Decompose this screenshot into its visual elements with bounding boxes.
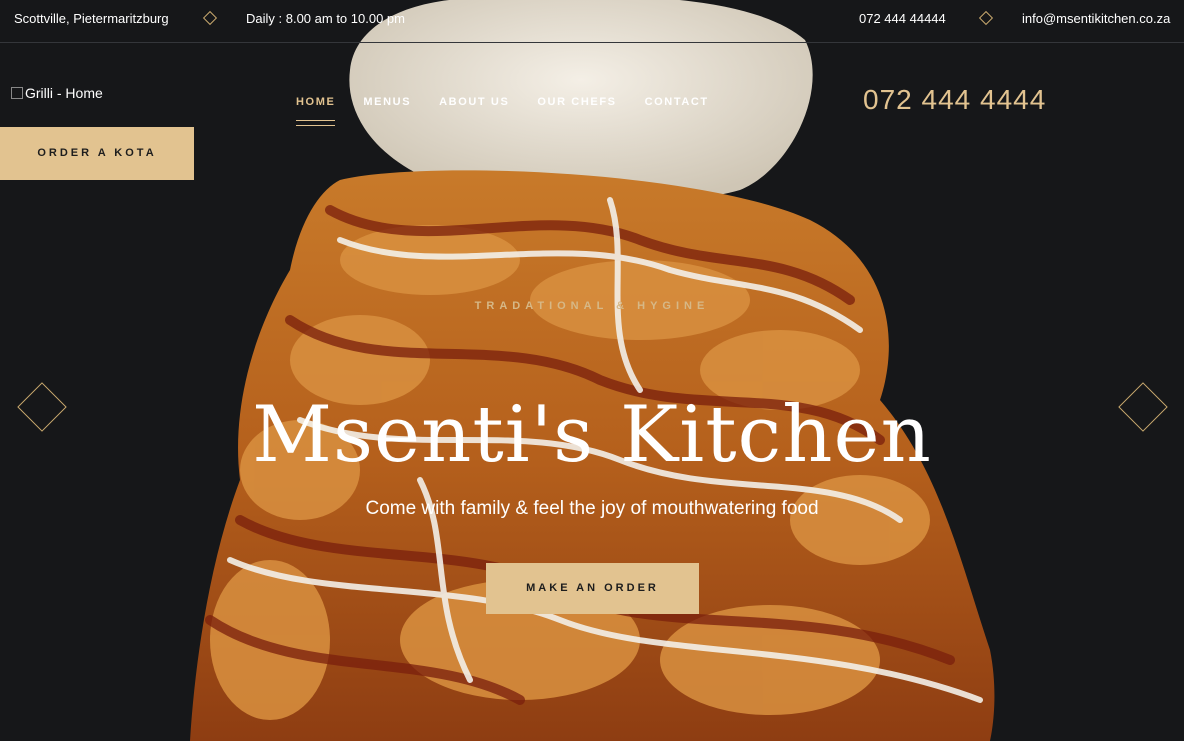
hero-title: Msenti's Kitchen — [252, 390, 932, 480]
broken-image-icon — [11, 87, 23, 99]
diamond-separator-icon — [202, 10, 218, 26]
prev-slide-icon[interactable] — [13, 378, 71, 436]
diamond-separator-icon — [978, 10, 994, 26]
logo-alt-text: Grilli - Home — [25, 85, 103, 101]
nav-contact[interactable]: CONTACT — [645, 96, 709, 108]
hero-subtitle: Come with family & feel the joy of mouth… — [365, 498, 819, 519]
nav-our-chefs[interactable]: OUR CHEFS — [537, 96, 616, 108]
make-order-button[interactable]: MAKE AN ORDER — [486, 563, 699, 614]
hero-tagline: TRADATIONAL & HYGINE — [474, 300, 710, 312]
address-text: Scottville, Pietermaritzburg — [14, 11, 169, 26]
topbar-email-link[interactable]: info@msentikitchen.co.za — [1022, 11, 1170, 26]
order-kota-button[interactable]: ORDER A KOTA — [0, 127, 194, 180]
header-phone-link[interactable]: 072 444 4444 — [863, 84, 1046, 116]
site-logo-link[interactable]: Grilli - Home — [11, 85, 103, 101]
topbar-phone-link[interactable]: 072 444 44444 — [859, 11, 946, 26]
nav-home[interactable]: HOME — [296, 96, 336, 126]
hours-text: Daily : 8.00 am to 10.00 pm — [246, 11, 405, 26]
main-navigation: HOME MENUS ABOUT US OUR CHEFS CONTACT — [296, 96, 709, 126]
nav-about-us[interactable]: ABOUT US — [439, 96, 509, 108]
next-slide-icon[interactable] — [1114, 378, 1172, 436]
top-info-bar: Scottville, Pietermaritzburg Daily : 8.0… — [0, 0, 1184, 43]
nav-menus[interactable]: MENUS — [363, 96, 411, 108]
